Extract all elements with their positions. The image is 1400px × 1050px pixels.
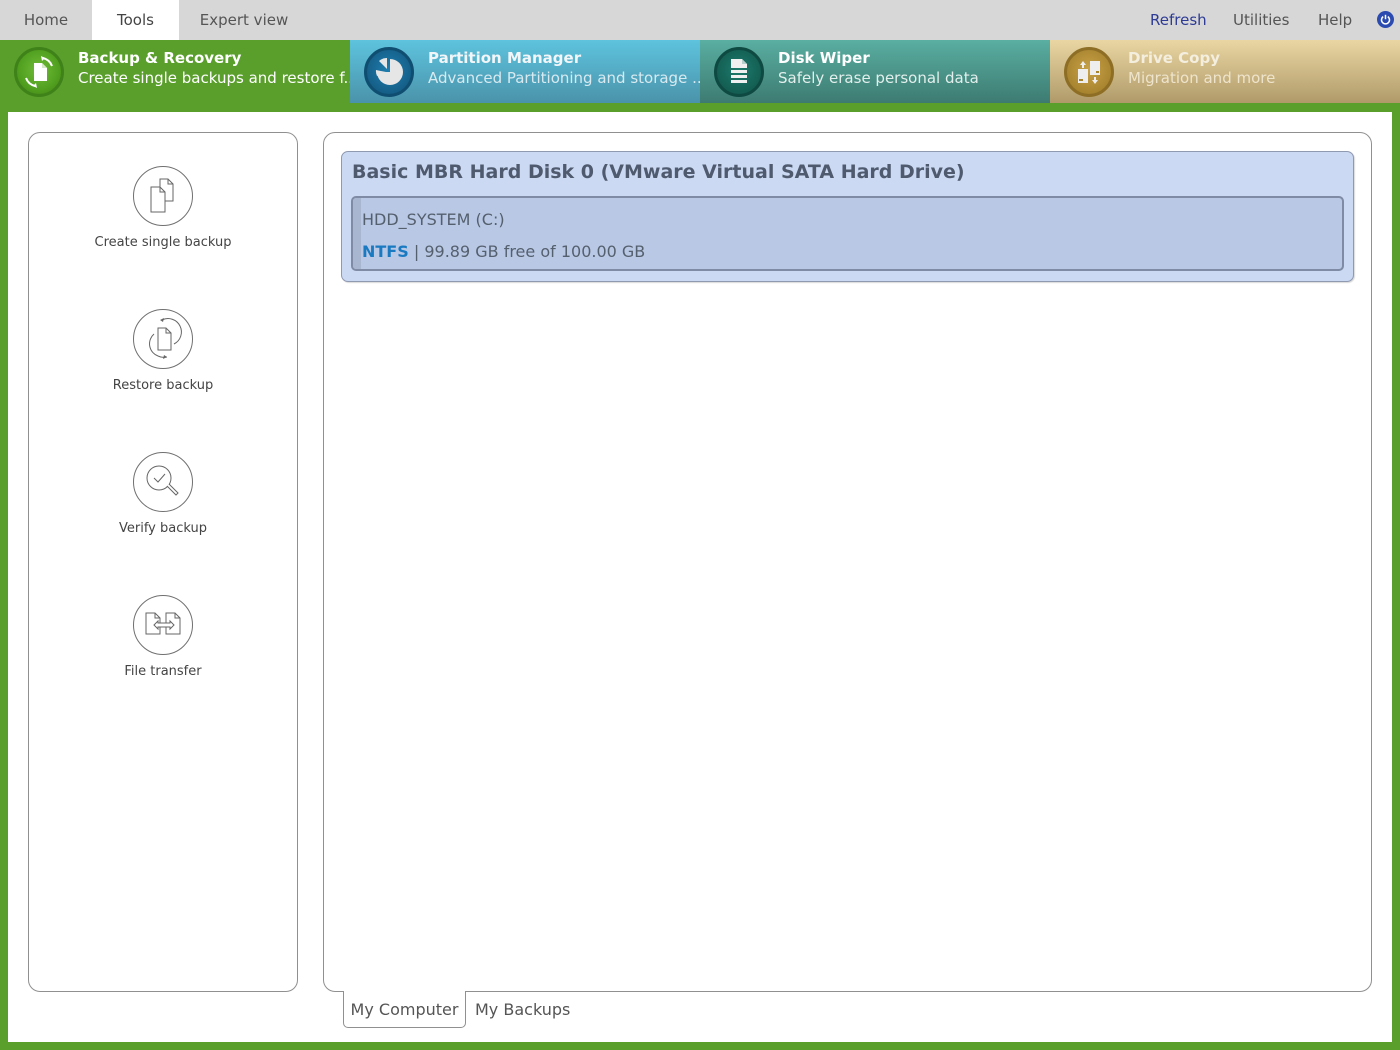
module-subtitle: Advanced Partitioning and storage ... (428, 69, 707, 87)
verify-backup-button[interactable]: Verify backup (29, 452, 297, 542)
my-computer-panel: Basic MBR Hard Disk 0 (VMware Virtual SA… (323, 132, 1372, 992)
file-transfer-button[interactable]: File transfer (29, 595, 297, 685)
partition-info: NTFS | 99.89 GB free of 100.00 GB (362, 242, 645, 261)
module-subtitle: Safely erase personal data (778, 69, 979, 87)
power-button[interactable] (1377, 11, 1394, 28)
drive-copy-icon (1064, 47, 1114, 97)
top-menu-bar: Home Tools Expert view Refresh Utilities… (0, 0, 1400, 40)
partition-separator: | (413, 242, 420, 261)
tab-my-computer[interactable]: My Computer (343, 991, 466, 1028)
module-tabs: Backup & Recovery Create single backups … (0, 40, 1400, 104)
verify-magnifier-icon (133, 452, 193, 512)
module-title: Partition Manager (428, 49, 582, 67)
refresh-button[interactable]: Refresh (1150, 0, 1207, 40)
restore-backup-button[interactable]: Restore backup (29, 309, 297, 399)
file-transfer-icon (133, 595, 193, 655)
module-title: Disk Wiper (778, 49, 870, 67)
partition-usage-bar (353, 198, 361, 269)
module-disk-wiper[interactable]: Disk Wiper Safely erase personal data (700, 40, 1050, 103)
module-backup-recovery[interactable]: Backup & Recovery Create single backups … (0, 40, 358, 104)
actions-panel: Create single backup Restore backup Veri… (28, 132, 298, 992)
utilities-menu[interactable]: Utilities (1233, 0, 1289, 40)
module-title: Backup & Recovery (78, 49, 242, 67)
copy-documents-icon (133, 166, 193, 226)
action-label: File transfer (124, 664, 202, 679)
partition-name: HDD_SYSTEM (C:) (362, 210, 505, 229)
restore-document-icon (133, 309, 193, 369)
action-label: Verify backup (119, 521, 207, 536)
partition-filesystem: NTFS (362, 242, 409, 261)
action-label: Restore backup (112, 378, 214, 393)
module-subtitle: Migration and more (1128, 69, 1276, 87)
create-single-backup-button[interactable]: Create single backup (29, 166, 297, 256)
module-partition-manager[interactable]: Partition Manager Advanced Partitioning … (350, 40, 706, 103)
action-label: Create single backup (94, 235, 232, 250)
power-icon (1380, 14, 1391, 25)
module-drive-copy[interactable]: Drive Copy Migration and more (1050, 40, 1400, 103)
tab-my-backups[interactable]: My Backups (475, 991, 570, 1028)
partition-usage: 99.89 GB free of 100.00 GB (424, 242, 646, 261)
module-title: Drive Copy (1128, 49, 1220, 67)
menu-tab-tools[interactable]: Tools (92, 0, 179, 40)
document-wipe-icon (714, 47, 764, 97)
menu-tab-expert-view[interactable]: Expert view (185, 0, 303, 40)
backup-recovery-icon (14, 47, 64, 97)
partition-card[interactable]: HDD_SYSTEM (C:) NTFS | 99.89 GB free of … (351, 196, 1344, 271)
pie-chart-icon (364, 47, 414, 97)
disk-title: Basic MBR Hard Disk 0 (VMware Virtual SA… (352, 161, 965, 183)
module-subtitle: Create single backups and restore f... (78, 69, 358, 87)
help-menu[interactable]: Help (1318, 0, 1352, 40)
disk-card[interactable]: Basic MBR Hard Disk 0 (VMware Virtual SA… (341, 151, 1354, 282)
menu-tab-home[interactable]: Home (0, 0, 92, 40)
content-area: Create single backup Restore backup Veri… (8, 112, 1392, 1042)
